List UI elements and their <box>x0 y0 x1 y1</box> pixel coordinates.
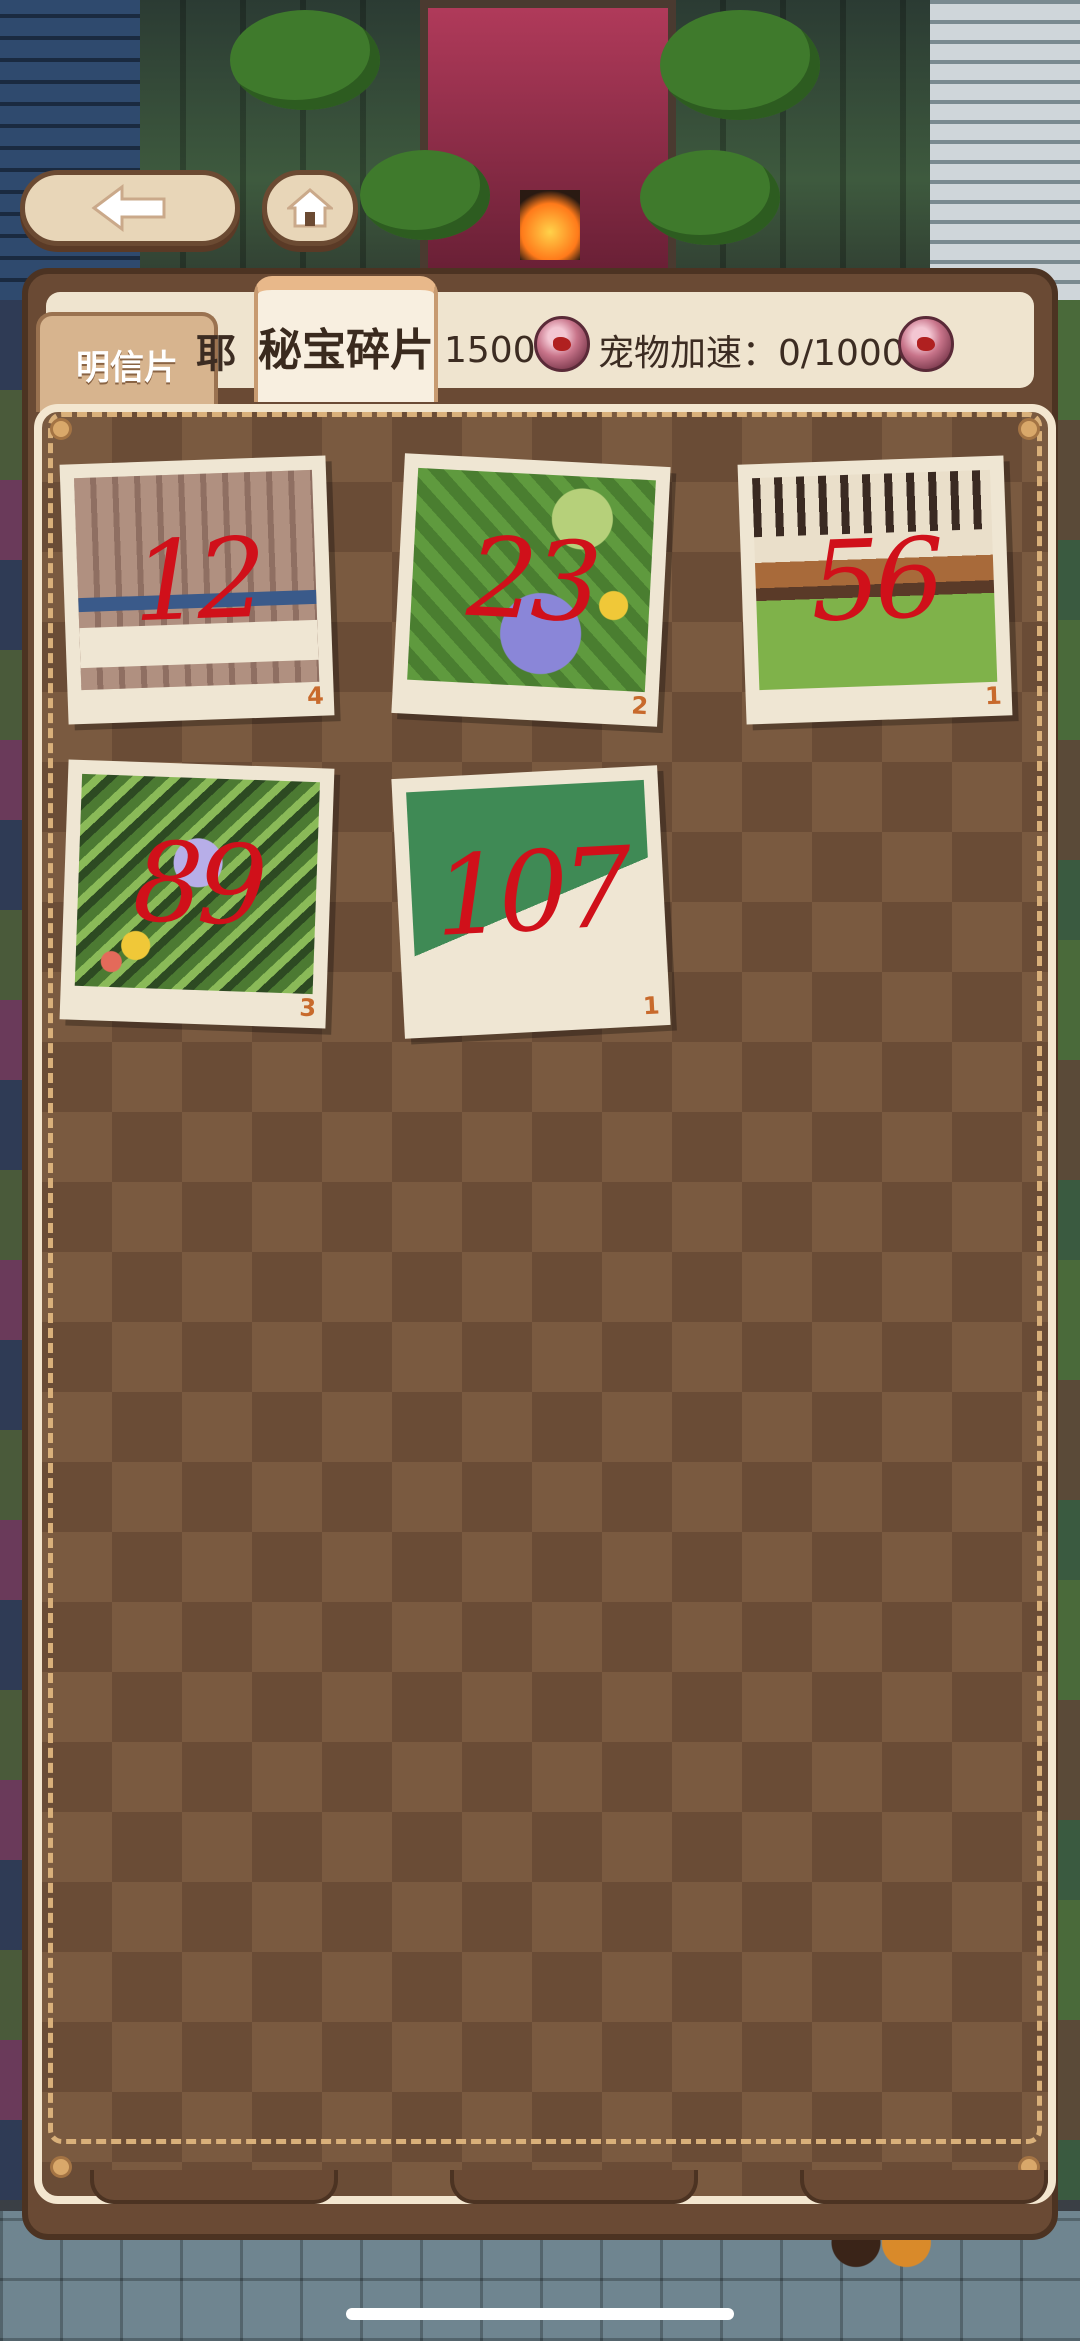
fragment-card-107[interactable]: 107 1 <box>391 765 671 1039</box>
fragment-card-56[interactable]: 56 1 <box>737 455 1013 725</box>
panel-bottom-tab <box>450 2170 698 2204</box>
corner-rivet <box>50 418 72 440</box>
fragment-image: 89 <box>74 773 320 995</box>
panel-bottom-tab <box>800 2170 1048 2204</box>
panel-bottom-tab <box>90 2170 338 2204</box>
gem-icon <box>898 316 954 372</box>
palm-leaf <box>230 10 380 110</box>
annotation-number: 23 <box>464 512 599 648</box>
fragment-count: 1 <box>984 681 1003 711</box>
lattice-window <box>930 0 1080 300</box>
home-indicator[interactable] <box>346 2308 734 2320</box>
tab-postcards-label: 明信片 <box>76 347 178 388</box>
palm-leaf <box>360 150 490 240</box>
fragment-image: 107 <box>406 779 655 1005</box>
fragment-card-12[interactable]: 12 4 <box>59 455 335 725</box>
home-icon <box>287 188 333 228</box>
collect-value: 1500 <box>444 329 536 371</box>
fragment-image: 23 <box>407 467 656 693</box>
fragment-count: 4 <box>306 681 325 711</box>
fragment-count: 2 <box>630 691 649 721</box>
stained-glass-window <box>0 0 140 300</box>
fragment-card-23[interactable]: 23 2 <box>391 453 671 727</box>
tab-fragments[interactable]: 秘宝碎片 <box>254 276 438 402</box>
tab-fragments-label: 秘宝碎片 <box>258 325 434 376</box>
back-button[interactable] <box>20 170 240 246</box>
home-button[interactable] <box>262 170 358 246</box>
tab-postcards[interactable]: 明信片 <box>36 312 218 412</box>
annotation-number: 89 <box>131 817 264 951</box>
fragment-image: 12 <box>74 469 320 691</box>
corner-rivet <box>50 2156 72 2178</box>
fireplace <box>520 190 580 260</box>
fragment-card-89[interactable]: 89 3 <box>59 759 335 1029</box>
annotation-number: 107 <box>431 823 630 961</box>
palm-leaf <box>660 10 820 120</box>
palm-leaf <box>640 150 780 245</box>
annotation-number: 56 <box>808 513 941 647</box>
pet-speedup-label: 宠物加速：0/1000 <box>598 333 905 374</box>
arrow-left-icon <box>91 184 166 232</box>
corner-rivet <box>1018 418 1040 440</box>
fragment-image: 56 <box>752 469 998 691</box>
gem-icon <box>534 316 590 372</box>
fragment-count: 1 <box>642 991 661 1021</box>
fragment-count: 3 <box>298 993 317 1023</box>
strip-partial-text: 耶 <box>196 331 236 377</box>
